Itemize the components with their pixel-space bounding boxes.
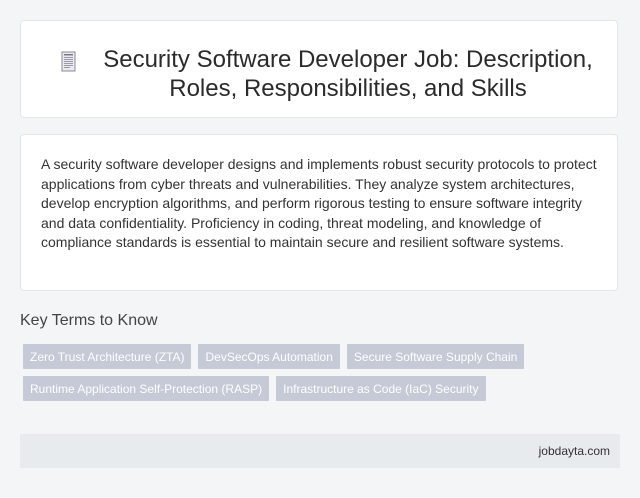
summary-text: A security software developer designs an… [41, 156, 597, 250]
tag-zero-trust[interactable]: Zero Trust Architecture (ZTA) [23, 344, 192, 369]
header-card: Security Software Developer Job: Descrip… [20, 20, 618, 118]
tag-rasp[interactable]: Runtime Application Self-Protection (RAS… [23, 376, 270, 401]
summary-card: A security software developer designs an… [20, 134, 618, 291]
tag-supply-chain[interactable]: Secure Software Supply Chain [346, 344, 525, 369]
document-icon [59, 51, 79, 73]
tag-iac-security[interactable]: Infrastructure as Code (IaC) Security [276, 376, 486, 401]
footer-brand[interactable]: jobdayta.com [539, 444, 610, 458]
key-terms-heading: Key Terms to Know [20, 312, 158, 329]
footer: jobdayta.com [20, 434, 620, 468]
key-terms-tags: Zero Trust Architecture (ZTA) DevSecOps … [23, 344, 603, 401]
tag-devsecops[interactable]: DevSecOps Automation [198, 344, 340, 369]
page-title: Security Software Developer Job: Descrip… [103, 46, 593, 102]
